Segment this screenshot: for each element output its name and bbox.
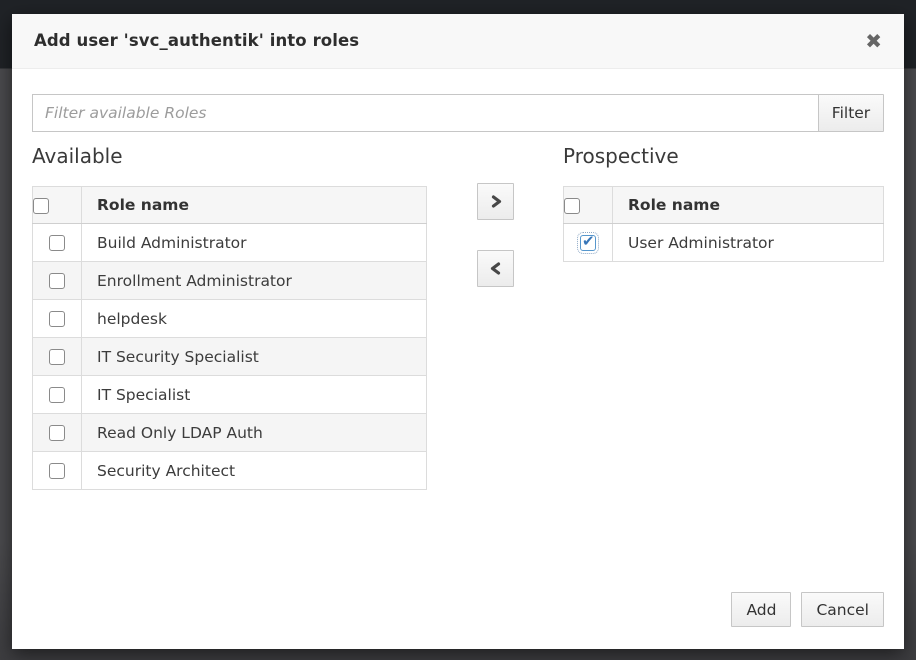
row-checkbox-checked[interactable] xyxy=(580,235,596,251)
table-row: IT Specialist xyxy=(33,376,427,414)
screen: { "modal": { "title": "Add user 'svc_aut… xyxy=(0,0,916,660)
checkbox-cell xyxy=(33,224,82,262)
row-checkbox[interactable] xyxy=(49,273,65,289)
table-row: Build Administrator xyxy=(33,224,427,262)
row-checkbox[interactable] xyxy=(49,311,65,327)
select-all-checkbox[interactable] xyxy=(33,198,49,214)
checkbox-cell xyxy=(33,300,82,338)
dialog-footer: Add Cancel xyxy=(731,592,884,627)
move-to-prospective-button[interactable] xyxy=(477,183,514,220)
prospective-heading: Prospective xyxy=(563,144,679,168)
cancel-button[interactable]: Cancel xyxy=(801,592,884,627)
role-name-cell: Security Architect xyxy=(82,452,427,490)
row-checkbox[interactable] xyxy=(49,463,65,479)
role-name-cell: Read Only LDAP Auth xyxy=(82,414,427,452)
table-header-row: Role name xyxy=(33,187,427,224)
table-header-row: Role name xyxy=(564,187,884,224)
table-row: IT Security Specialist xyxy=(33,338,427,376)
role-name-cell: IT Security Specialist xyxy=(82,338,427,376)
select-all-checkbox[interactable] xyxy=(564,198,580,214)
role-name-cell: IT Specialist xyxy=(82,376,427,414)
role-name-cell: Enrollment Administrator xyxy=(82,262,427,300)
role-name-column-header: Role name xyxy=(613,187,884,224)
dialog-title: Add user 'svc_authentik' into roles xyxy=(12,14,904,68)
move-to-available-button[interactable] xyxy=(477,250,514,287)
checkbox-cell xyxy=(33,262,82,300)
dialog-header: Add user 'svc_authentik' into roles ✖ xyxy=(12,14,904,69)
role-name-column-header: Role name xyxy=(82,187,427,224)
checkbox-cell xyxy=(33,376,82,414)
checkbox-cell xyxy=(564,224,613,262)
prospective-roles-table: Role name User Administrator xyxy=(563,186,884,262)
chevron-right-icon xyxy=(489,194,503,209)
filter-button[interactable]: Filter xyxy=(818,94,884,132)
checkbox-header-cell xyxy=(33,187,82,224)
table-row: Read Only LDAP Auth xyxy=(33,414,427,452)
row-checkbox[interactable] xyxy=(49,349,65,365)
checkbox-cell xyxy=(33,452,82,490)
table-row: User Administrator xyxy=(564,224,884,262)
row-checkbox[interactable] xyxy=(49,235,65,251)
role-name-cell: helpdesk xyxy=(82,300,427,338)
table-row: Security Architect xyxy=(33,452,427,490)
role-name-cell: Build Administrator xyxy=(82,224,427,262)
table-row: helpdesk xyxy=(33,300,427,338)
add-roles-dialog: Add user 'svc_authentik' into roles ✖ Fi… xyxy=(12,14,904,649)
table-row: Enrollment Administrator xyxy=(33,262,427,300)
available-heading: Available xyxy=(32,144,123,168)
available-roles-table: Role name Build AdministratorEnrollment … xyxy=(32,186,427,490)
role-name-cell: User Administrator xyxy=(613,224,884,262)
dialog-body: Filter Available Prospective Role name B… xyxy=(12,69,904,649)
row-checkbox[interactable] xyxy=(49,425,65,441)
close-icon[interactable]: ✖ xyxy=(859,14,888,68)
filter-group: Filter xyxy=(32,94,884,132)
checkbox-cell xyxy=(33,414,82,452)
row-checkbox[interactable] xyxy=(49,387,65,403)
checkbox-header-cell xyxy=(564,187,613,224)
filter-input[interactable] xyxy=(32,94,819,132)
checkbox-cell xyxy=(33,338,82,376)
chevron-left-icon xyxy=(489,261,503,276)
add-button[interactable]: Add xyxy=(731,592,791,627)
